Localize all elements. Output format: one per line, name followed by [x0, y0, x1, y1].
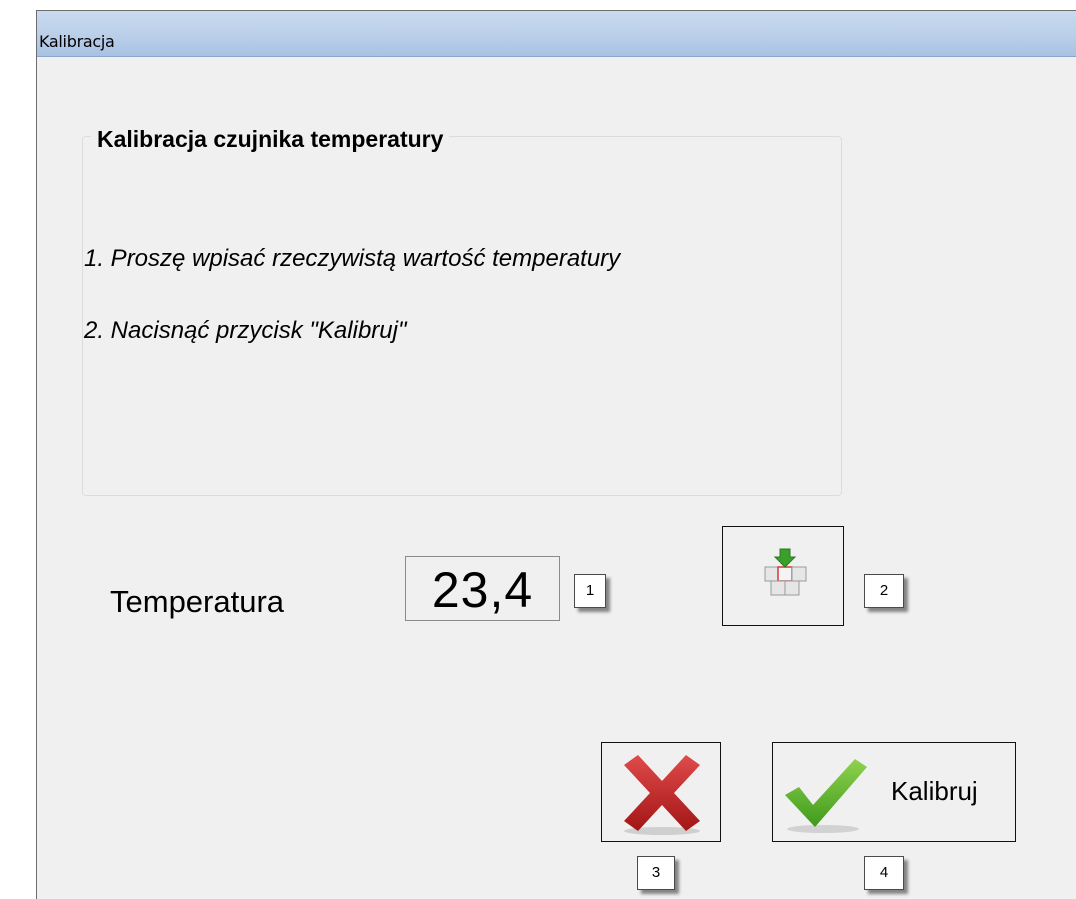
red-x-icon [624, 755, 700, 835]
callout-2: 2 [864, 574, 904, 608]
instructions-groupbox [82, 136, 842, 496]
instruction-step-1: 1. Proszę wpisać rzeczywistą wartość tem… [84, 245, 621, 272]
green-check-icon [785, 759, 867, 833]
calibrate-button[interactable]: Kalibruj [772, 742, 1016, 842]
keyboard-icon [764, 548, 807, 596]
on-screen-keyboard-button[interactable] [722, 526, 844, 626]
callout-3: 3 [637, 856, 675, 890]
calibration-window: Kalibracja Kalibracja czujnika temperatu… [36, 10, 1076, 899]
title-bar[interactable]: Kalibracja [37, 11, 1076, 57]
window-title: Kalibracja [39, 32, 115, 51]
groupbox-title: Kalibracja czujnika temperatury [91, 126, 450, 153]
calibrate-button-label: Kalibruj [891, 776, 978, 806]
instruction-step-2: 2. Nacisnąć przycisk "Kalibruj" [84, 317, 407, 344]
cancel-button[interactable] [601, 742, 721, 842]
temperature-input[interactable]: 23,4 [405, 556, 560, 621]
callout-4: 4 [864, 856, 904, 890]
temperature-label: Temperatura [110, 584, 285, 619]
temperature-value: 23,4 [431, 562, 534, 618]
callout-1: 1 [574, 574, 606, 608]
